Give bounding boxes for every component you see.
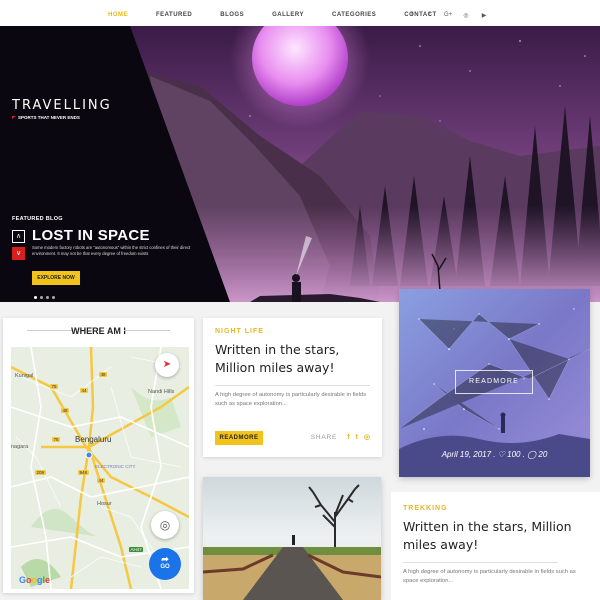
twitter-icon[interactable]: t xyxy=(356,434,358,441)
highway-shield: 75 xyxy=(52,437,61,442)
divider xyxy=(215,385,370,386)
image-readmore-button[interactable]: READMORE xyxy=(455,370,533,394)
map-place-label: Kunigal xyxy=(15,373,34,379)
comment-icon[interactable]: ◯ xyxy=(527,450,536,459)
directions-go-button[interactable]: ➦ GO xyxy=(149,548,181,580)
instagram-icon[interactable]: ◎ xyxy=(462,12,470,19)
article-title[interactable]: Written in the stars, Million miles away… xyxy=(403,518,588,554)
facebook-icon[interactable]: f xyxy=(347,434,349,441)
where-am-i-card: WHERE AM I Kunigal Nandi Hills Bengaluru… xyxy=(3,318,194,593)
map-place-label: nagara xyxy=(11,444,29,450)
readmore-button[interactable]: READMORE xyxy=(215,431,263,445)
twitter-icon[interactable]: t xyxy=(426,12,434,18)
nav-link-gallery[interactable]: GALLERY xyxy=(272,12,304,18)
site-brand[interactable]: TRAVELLING SPORTS THAT NEVER ENDS xyxy=(12,98,112,120)
google-logo: Google xyxy=(19,575,51,585)
hero-banner: TRAVELLING SPORTS THAT NEVER ENDS FEATUR… xyxy=(0,26,600,302)
road-tree-image xyxy=(203,477,381,600)
article-title[interactable]: Written in the stars, Million miles away… xyxy=(215,341,370,377)
nav-link-featured[interactable]: FEATURED xyxy=(156,12,192,18)
slider-dot[interactable] xyxy=(40,296,43,299)
hero-description: Some modern factory robots are "autonomo… xyxy=(32,245,191,256)
explore-now-button[interactable]: EXPLORE NOW xyxy=(32,271,80,285)
featured-blog-label: FEATURED BLOG xyxy=(12,216,63,222)
article-excerpt: A high degree of autonomy is particularl… xyxy=(215,392,367,407)
highway-shield: 44 xyxy=(97,478,106,483)
map-place-label: ELECTRONIC CITY xyxy=(95,464,136,469)
map-widget[interactable]: Kunigal Nandi Hills Bengaluru ELECTRONIC… xyxy=(11,347,189,589)
like-count: 100 xyxy=(507,450,521,459)
my-location-icon[interactable]: ◎ xyxy=(151,511,179,539)
highway-shield: AH47 xyxy=(129,547,144,552)
image-meta: April 19, 2017 . ♡ 100 . ◯ 20 xyxy=(399,450,590,459)
article-footer: READMORE SHARE f t ◎ xyxy=(215,431,370,445)
map-city-label: Bengaluru xyxy=(75,435,112,444)
card-title: WHERE AM I xyxy=(71,326,126,336)
highway-shield: 75 xyxy=(50,384,59,389)
youtube-icon[interactable]: ▶ xyxy=(480,12,488,19)
highway-shield: 948 xyxy=(78,470,89,475)
instagram-icon[interactable]: ◎ xyxy=(364,433,370,441)
divider xyxy=(124,330,170,331)
brand-name: TRAVELLING xyxy=(12,98,112,113)
post-date: April 19, 2017 xyxy=(441,450,492,459)
article-card-trekking[interactable]: TREKKING Written in the stars, Million m… xyxy=(391,492,600,600)
share-label: SHARE xyxy=(310,433,338,441)
slider-dot[interactable] xyxy=(52,296,55,299)
road-image-card[interactable] xyxy=(203,477,381,600)
directions-icon: ➦ xyxy=(161,554,169,564)
slider-dot[interactable] xyxy=(46,296,49,299)
highway-shield: 48 xyxy=(61,408,70,413)
google-plus-icon[interactable]: G+ xyxy=(444,12,452,18)
slider-dots xyxy=(34,296,55,299)
article-category[interactable]: NIGHT LIFE xyxy=(215,328,370,335)
facebook-icon[interactable]: f xyxy=(408,12,416,18)
article-category[interactable]: TREKKING xyxy=(403,505,588,512)
prev-slide-button[interactable]: ∧ xyxy=(12,230,25,243)
nav-link-home[interactable]: HOME xyxy=(108,12,128,18)
brand-tagline: SPORTS THAT NEVER ENDS xyxy=(12,115,112,120)
compass-icon[interactable]: ➤ xyxy=(155,353,179,377)
comment-count: 20 xyxy=(538,450,548,459)
article-card-night-life[interactable]: NIGHT LIFE Written in the stars, Million… xyxy=(203,318,382,457)
map-place-label: Nandi Hills xyxy=(148,389,175,395)
divider xyxy=(403,562,558,563)
featured-image-card[interactable]: READMORE April 19, 2017 . ♡ 100 . ◯ 20 xyxy=(399,289,590,477)
heart-icon[interactable]: ♡ xyxy=(498,450,505,459)
nav-link-blogs[interactable]: BLOGS xyxy=(220,12,244,18)
hero-background-image xyxy=(0,26,600,302)
highway-shield: 209 xyxy=(35,470,46,475)
map-place-label: Hosur xyxy=(97,501,112,507)
article-excerpt: A high degree of autonomy is particularl… xyxy=(403,569,576,584)
next-slide-button[interactable]: ∨ xyxy=(12,247,25,260)
hero-title: LOST IN SPACE xyxy=(32,227,150,244)
highway-shield: 48 xyxy=(99,372,108,377)
go-label: GO xyxy=(160,564,170,570)
slider-dot[interactable] xyxy=(34,296,37,299)
nav-link-categories[interactable]: CATEGORIES xyxy=(332,12,376,18)
highway-shield: 44 xyxy=(80,388,89,393)
share-bar: SHARE f t ◎ xyxy=(310,433,370,442)
